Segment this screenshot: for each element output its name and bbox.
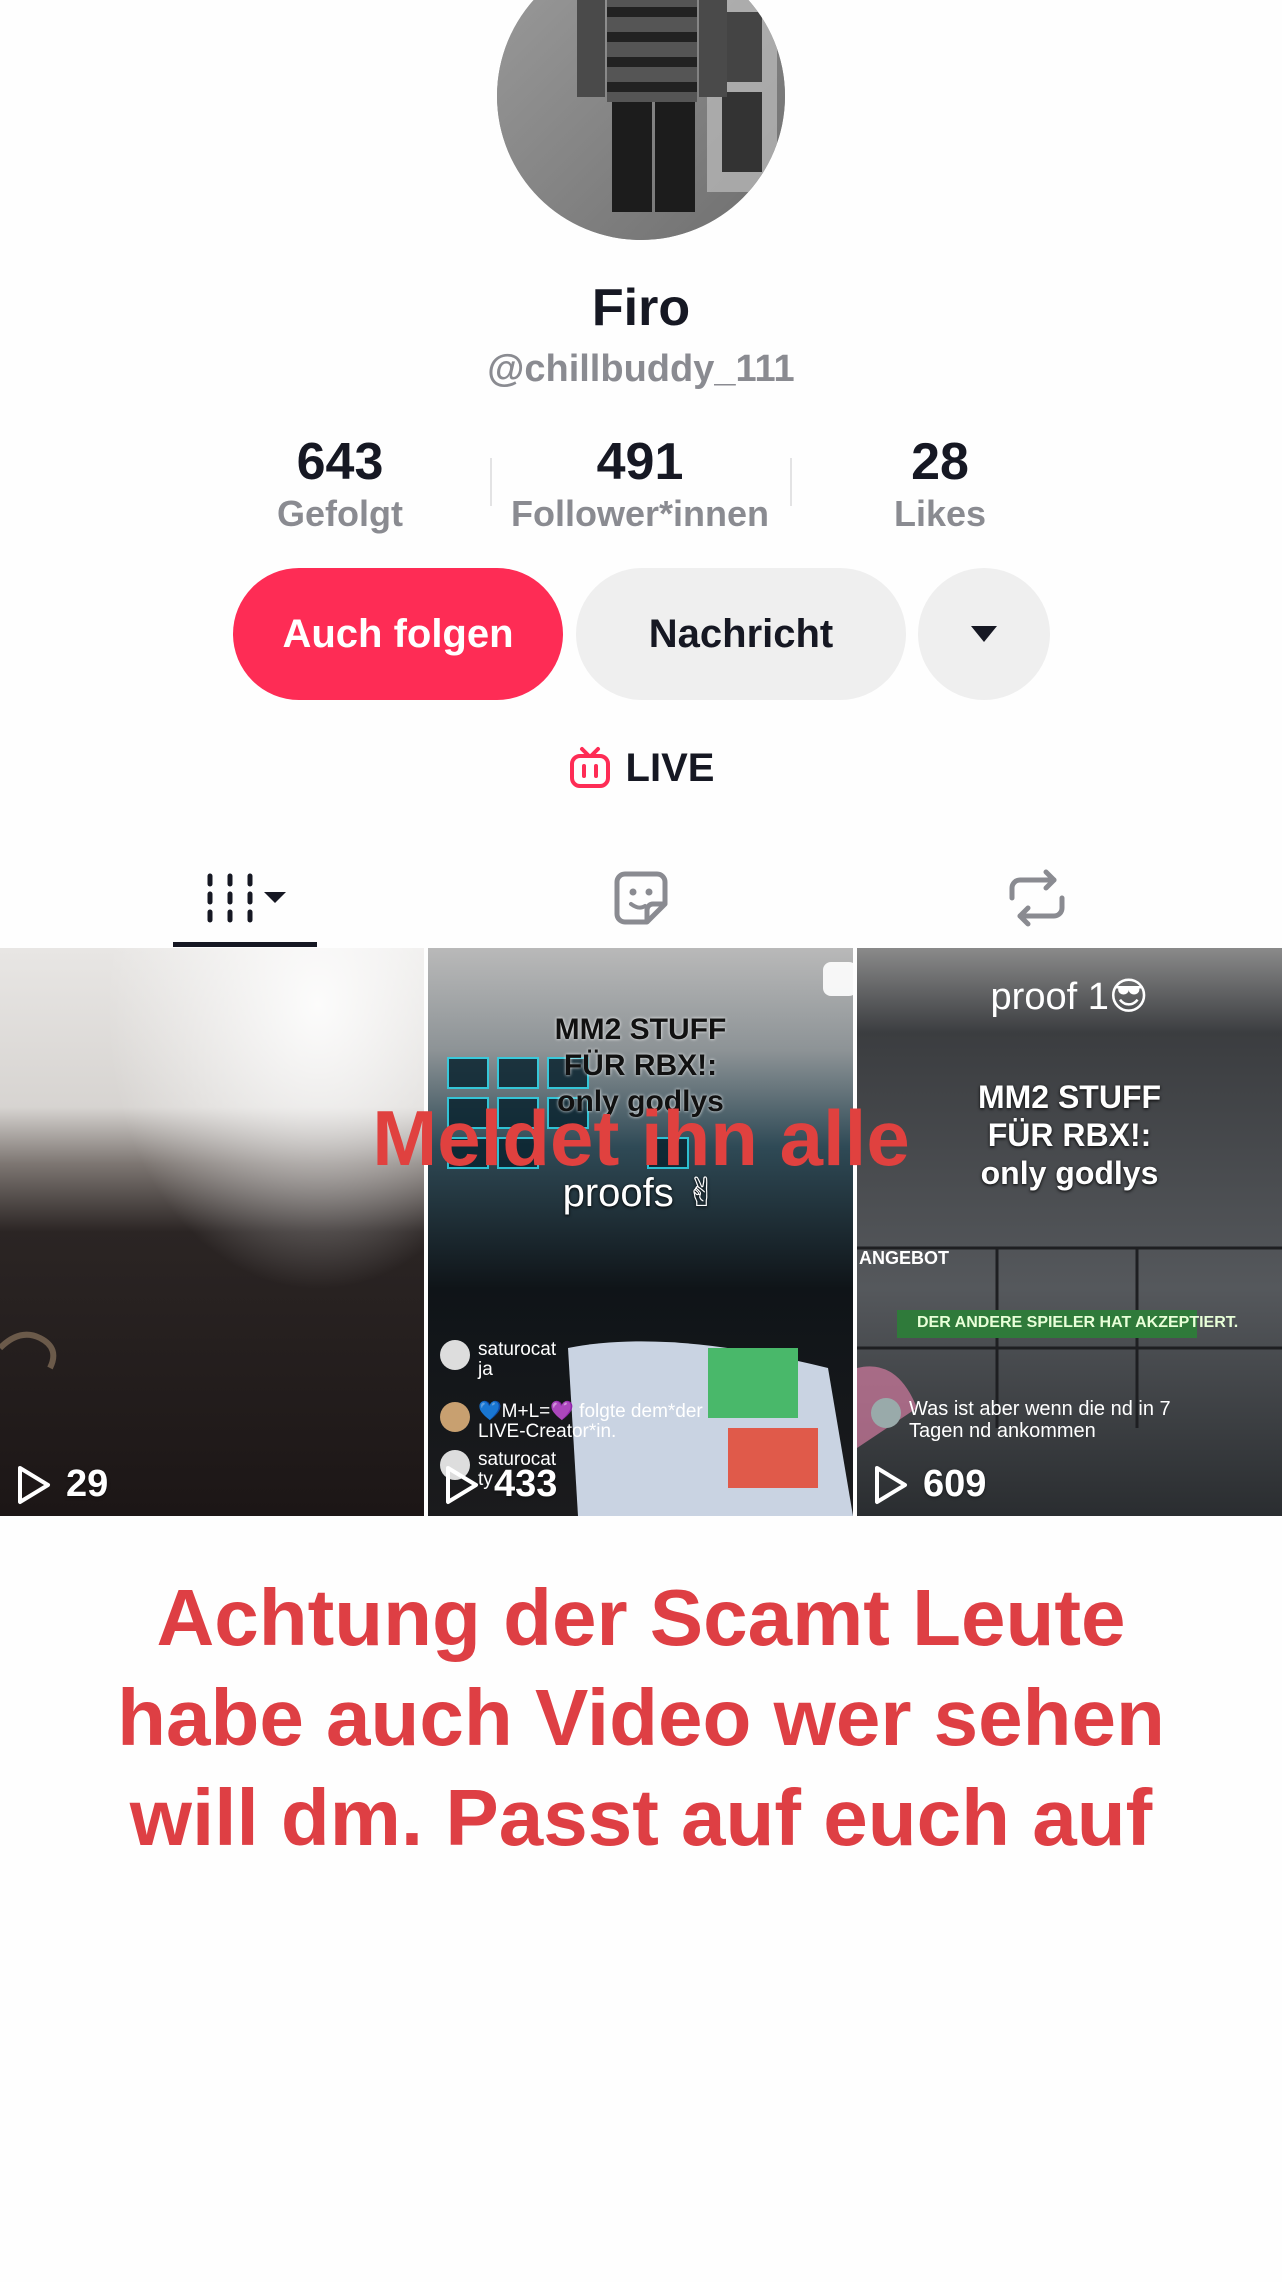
- comment-avatar: [440, 1340, 470, 1370]
- video-caption-top: proof 1😎: [990, 976, 1149, 1018]
- video-grid: 29 MM2 STUFF FÜR RBX!: only godlys proof…: [0, 948, 1282, 1516]
- trade-banner: DER ANDERE SPIELER HAT AKZEPTIERT.: [917, 1314, 1239, 1331]
- sticker-icon: [614, 871, 668, 925]
- comment-row: 💙M+L=💜 folgte dem*der LIVE-Creator*in.: [440, 1402, 840, 1442]
- warning-line: Achtung der Scamt Leute: [156, 1573, 1126, 1662]
- active-tab-indicator: [173, 942, 317, 947]
- play-icon: [18, 1465, 50, 1504]
- play-count-value: 609: [923, 1463, 987, 1505]
- caption-line: MM2 STUFF: [554, 1013, 727, 1046]
- play-count-value: 433: [494, 1463, 558, 1505]
- stat-likes[interactable]: 28 Likes: [790, 432, 1090, 536]
- comment-text: Was ist aber wenn die nd in 7: [909, 1398, 1171, 1420]
- play-icon: [446, 1465, 478, 1504]
- video-thumbnail[interactable]: MM2 STUFF FÜR RBX!: only godlys proofs ✌…: [428, 948, 853, 1516]
- stat-followers-label: Follower*innen: [510, 493, 769, 534]
- warning-line: will dm. Passt auf euch auf: [129, 1773, 1153, 1862]
- video-grid-icon: [207, 873, 286, 923]
- stat-followers-value: 491: [596, 433, 684, 491]
- play-count-value: 29: [66, 1463, 109, 1505]
- stat-followers[interactable]: 491 Follower*innen: [490, 432, 790, 536]
- play-count: 609: [873, 1463, 986, 1506]
- comment-avatar: [440, 1402, 470, 1432]
- caption-line: FÜR RBX!:: [563, 1049, 718, 1082]
- comment-row: saturocat ja: [440, 1340, 840, 1380]
- stat-likes-value: 28: [911, 433, 969, 491]
- overlay-report-text: Meldet ihn alle: [372, 1094, 910, 1182]
- stat-following-label: Gefolgt: [277, 493, 403, 534]
- caret-down-icon: [971, 626, 997, 642]
- play-count: 29: [16, 1463, 108, 1506]
- video-thumbnail[interactable]: 29: [0, 948, 424, 1516]
- overlay-warning-text: Achtung der Scamt Leute habe auch Video …: [60, 1568, 1222, 1868]
- follow-back-button[interactable]: Auch folgen: [233, 568, 563, 700]
- more-options-button[interactable]: [918, 568, 1050, 700]
- play-icon: [875, 1465, 907, 1504]
- live-label: LIVE: [625, 745, 715, 790]
- live-link[interactable]: LIVE: [0, 740, 1282, 796]
- comment-text: Tagen nd ankommen: [909, 1420, 1096, 1442]
- profile-handle: @chillbuddy_111: [487, 348, 795, 390]
- stat-following[interactable]: 643 Gefolgt: [190, 432, 490, 536]
- comment-text: ja: [478, 1359, 493, 1380]
- tab-reposts[interactable]: [976, 848, 1098, 948]
- comment-text: 💙M+L=💜 folgte dem*der: [478, 1401, 703, 1422]
- play-count: 433: [444, 1463, 557, 1506]
- video-thumbnail[interactable]: proof 1😎 MM2 STUFF FÜR RBX!: only godlys…: [857, 948, 1282, 1516]
- stat-following-value: 643: [296, 433, 384, 491]
- comment-avatar: [871, 1398, 901, 1428]
- comment-user: saturocat: [478, 1339, 557, 1360]
- tab-favorites[interactable]: [580, 848, 702, 948]
- comment-text: LIVE-Creator*in.: [478, 1421, 617, 1442]
- angebot-label: ANGEBOT: [859, 1248, 949, 1268]
- profile-name: Firo: [591, 279, 691, 337]
- warning-line: habe auch Video wer sehen: [117, 1673, 1165, 1762]
- live-tv-icon: [569, 747, 610, 788]
- video-1-image: [0, 948, 424, 1516]
- stat-likes-label: Likes: [893, 493, 987, 534]
- profile-avatar[interactable]: [497, 0, 785, 240]
- message-button[interactable]: Nachricht: [576, 568, 906, 700]
- tab-videos[interactable]: [173, 848, 317, 948]
- repost-icon: [1009, 869, 1065, 927]
- comment-row: Was ist aber wenn die nd in 7 Tagen nd an…: [871, 1398, 1271, 1442]
